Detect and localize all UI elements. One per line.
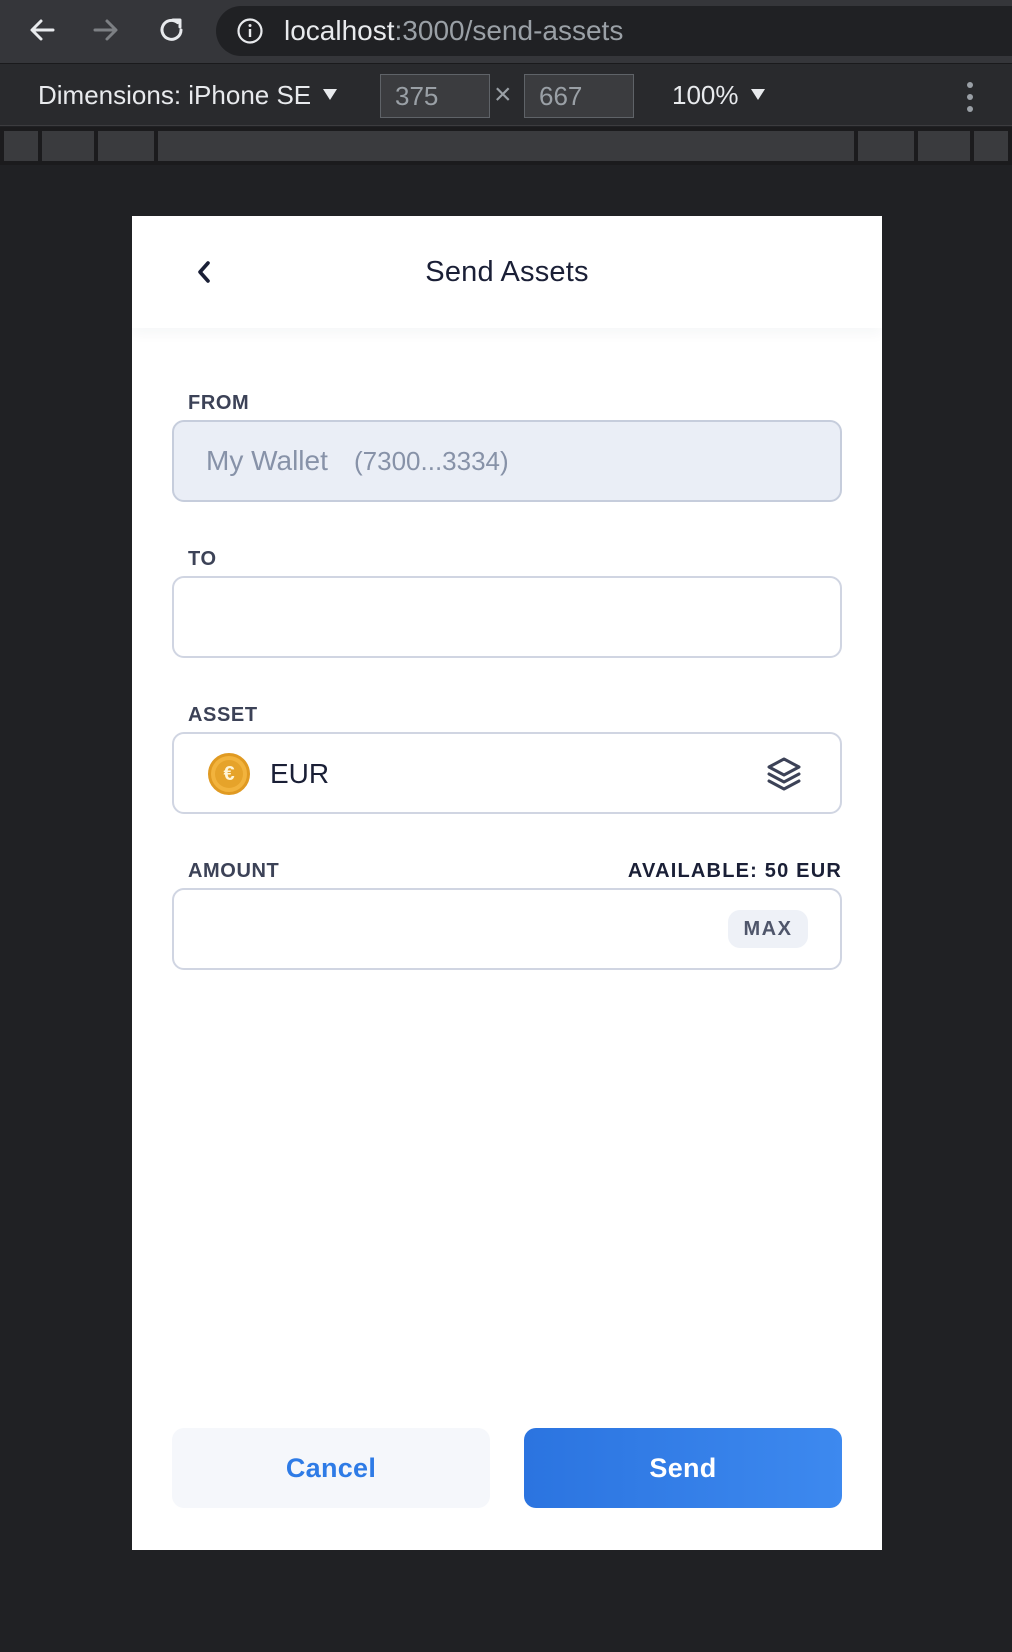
site-info-icon[interactable]: [236, 17, 264, 45]
more-options-icon[interactable]: [962, 82, 978, 112]
from-field: My Wallet (7300...3334): [172, 420, 842, 502]
viewport-height-input[interactable]: 667: [524, 74, 634, 118]
reload-icon[interactable]: [154, 12, 190, 48]
device-toolbar: Dimensions: iPhone SE 375 × 667 100%: [0, 64, 1012, 126]
amount-field[interactable]: MAX: [172, 888, 842, 970]
page-root: localhost:3000/send-assets Dimensions: i…: [0, 0, 1012, 1652]
euro-symbol: €: [215, 760, 243, 788]
to-input[interactable]: [174, 578, 840, 656]
to-field[interactable]: [172, 576, 842, 658]
cancel-button[interactable]: Cancel: [172, 1428, 490, 1508]
media-query-segment[interactable]: [4, 131, 38, 161]
amount-label: AMOUNT: [188, 860, 280, 882]
dimension-separator: ×: [494, 78, 512, 111]
media-query-segment[interactable]: [158, 131, 854, 161]
url-text[interactable]: localhost:3000/send-assets: [284, 17, 623, 45]
caret-down-icon: [750, 88, 765, 100]
layers-icon[interactable]: [764, 754, 804, 794]
available-balance: AVAILABLE: 50 EUR: [627, 860, 842, 882]
asset-selector[interactable]: € EUR: [172, 732, 842, 814]
from-wallet-address: (7300...3334): [354, 446, 509, 476]
browser-address-bar: localhost:3000/send-assets: [0, 0, 1012, 64]
euro-coin-icon: €: [208, 753, 250, 795]
media-query-segment[interactable]: [98, 131, 154, 161]
page-title: Send Assets: [425, 256, 589, 288]
url-bar[interactable]: localhost:3000/send-assets: [216, 6, 1012, 56]
asset-label: ASSET: [188, 704, 258, 726]
forward-arrow-icon[interactable]: [88, 12, 124, 48]
to-label: TO: [188, 548, 217, 570]
media-query-segment[interactable]: [918, 131, 970, 161]
device-viewport: Send Assets FROM My Wallet (7300...3334)…: [132, 216, 882, 1550]
viewport-width-input[interactable]: 375: [380, 74, 490, 118]
asset-name: EUR: [270, 758, 330, 789]
media-query-segment[interactable]: [858, 131, 914, 161]
from-wallet-name: My Wallet: [206, 445, 328, 476]
url-host: localhost: [284, 15, 395, 46]
media-query-segment[interactable]: [42, 131, 94, 161]
media-query-bar: [0, 127, 1012, 165]
url-path: :3000/send-assets: [394, 15, 624, 46]
zoom-select[interactable]: 100%: [672, 80, 765, 110]
app-header: Send Assets: [132, 216, 882, 328]
max-button[interactable]: MAX: [728, 910, 808, 948]
device-dimensions-select[interactable]: Dimensions: iPhone SE: [38, 80, 338, 110]
back-arrow-icon[interactable]: [24, 12, 60, 48]
device-dimensions-label: Dimensions: iPhone SE: [38, 80, 312, 110]
amount-input[interactable]: [174, 890, 714, 968]
caret-down-icon: [323, 88, 338, 100]
send-button[interactable]: Send: [524, 1428, 842, 1508]
zoom-label: 100%: [672, 80, 739, 110]
from-label: FROM: [188, 392, 250, 414]
media-query-segment[interactable]: [974, 131, 1008, 161]
